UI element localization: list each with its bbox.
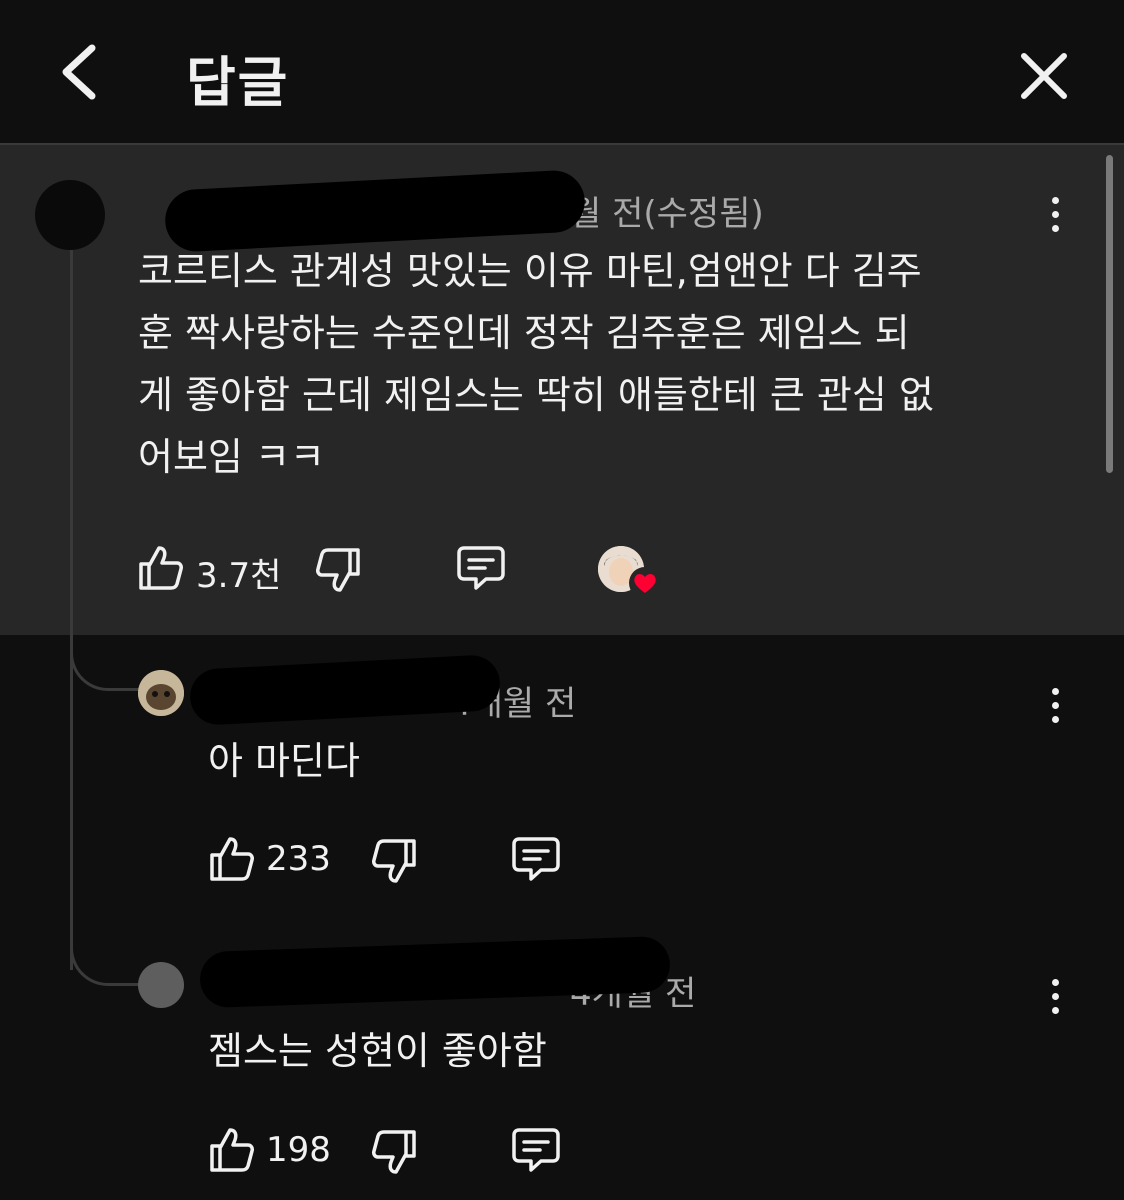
page-title: 답글 — [186, 51, 290, 114]
kebab-dot — [1051, 716, 1059, 723]
thread-connector — [70, 935, 139, 986]
scrollbar[interactable] — [1106, 155, 1113, 473]
like-count: 198 — [266, 1130, 331, 1170]
comment-text: 아 마딘다 — [208, 739, 360, 783]
kebab-dot — [1051, 688, 1059, 695]
kebab-dot — [1051, 1007, 1059, 1014]
reply-icon — [457, 546, 505, 590]
avatar[interactable] — [35, 180, 105, 250]
comment-line: 어보임 ㅋㅋ — [138, 435, 325, 479]
comment-line: 게 좋아함 근데 제임스는 딱히 애들한테 큰 관심 없 — [138, 373, 934, 417]
back-button[interactable] — [52, 40, 112, 104]
dislike-button[interactable] — [370, 1128, 418, 1180]
thumbs-down-icon — [316, 548, 360, 592]
more-options-button[interactable] — [1040, 197, 1070, 241]
thumbs-up-icon — [139, 546, 183, 590]
close-button[interactable] — [1014, 46, 1074, 106]
kebab-dot — [1051, 211, 1059, 218]
reply-icon — [512, 837, 560, 881]
thread-connector — [70, 640, 139, 691]
thumbs-up-icon — [210, 837, 254, 881]
comment-text: 코르티스 관계성 맛있는 이유 마틴,엄앤안 다 김주 훈 짝사랑하는 수준인데… — [138, 240, 934, 488]
comment-line: 훈 짝사랑하는 수준인데 정작 김주훈은 제임스 되 — [138, 311, 910, 355]
kebab-dot — [1051, 979, 1059, 986]
dislike-button[interactable] — [370, 837, 418, 889]
avatar[interactable] — [138, 670, 184, 716]
close-icon — [1021, 53, 1067, 99]
kebab-dot — [1051, 197, 1059, 204]
comment-line: 코르티스 관계성 맛있는 이유 마틴,엄앤안 다 김주 — [138, 249, 922, 293]
kebab-dot — [1051, 702, 1059, 709]
reply-button[interactable] — [511, 1126, 561, 1178]
thumbs-up-icon — [210, 1128, 254, 1172]
thread-line — [70, 250, 73, 970]
comment-text: 젬스는 성현이 좋아함 — [208, 1029, 547, 1073]
replies-header: 답글 — [0, 0, 1124, 145]
like-button[interactable] — [137, 544, 185, 596]
like-count: 233 — [266, 839, 331, 879]
kebab-dot — [1051, 993, 1059, 1000]
heart-icon — [628, 566, 662, 600]
more-options-button[interactable] — [1040, 979, 1070, 1023]
like-count: 3.7천 — [196, 556, 282, 596]
chevron-left-icon — [62, 44, 96, 100]
more-options-button[interactable] — [1040, 688, 1070, 732]
avatar[interactable] — [138, 962, 184, 1008]
reply-button[interactable] — [456, 544, 506, 596]
dislike-button[interactable] — [314, 546, 362, 598]
thumbs-down-icon — [372, 1130, 416, 1174]
reply-icon — [512, 1128, 560, 1172]
reply-button[interactable] — [511, 835, 561, 887]
like-button[interactable] — [208, 835, 256, 887]
kebab-dot — [1051, 225, 1059, 232]
thumbs-down-icon — [372, 839, 416, 883]
like-button[interactable] — [208, 1126, 256, 1178]
